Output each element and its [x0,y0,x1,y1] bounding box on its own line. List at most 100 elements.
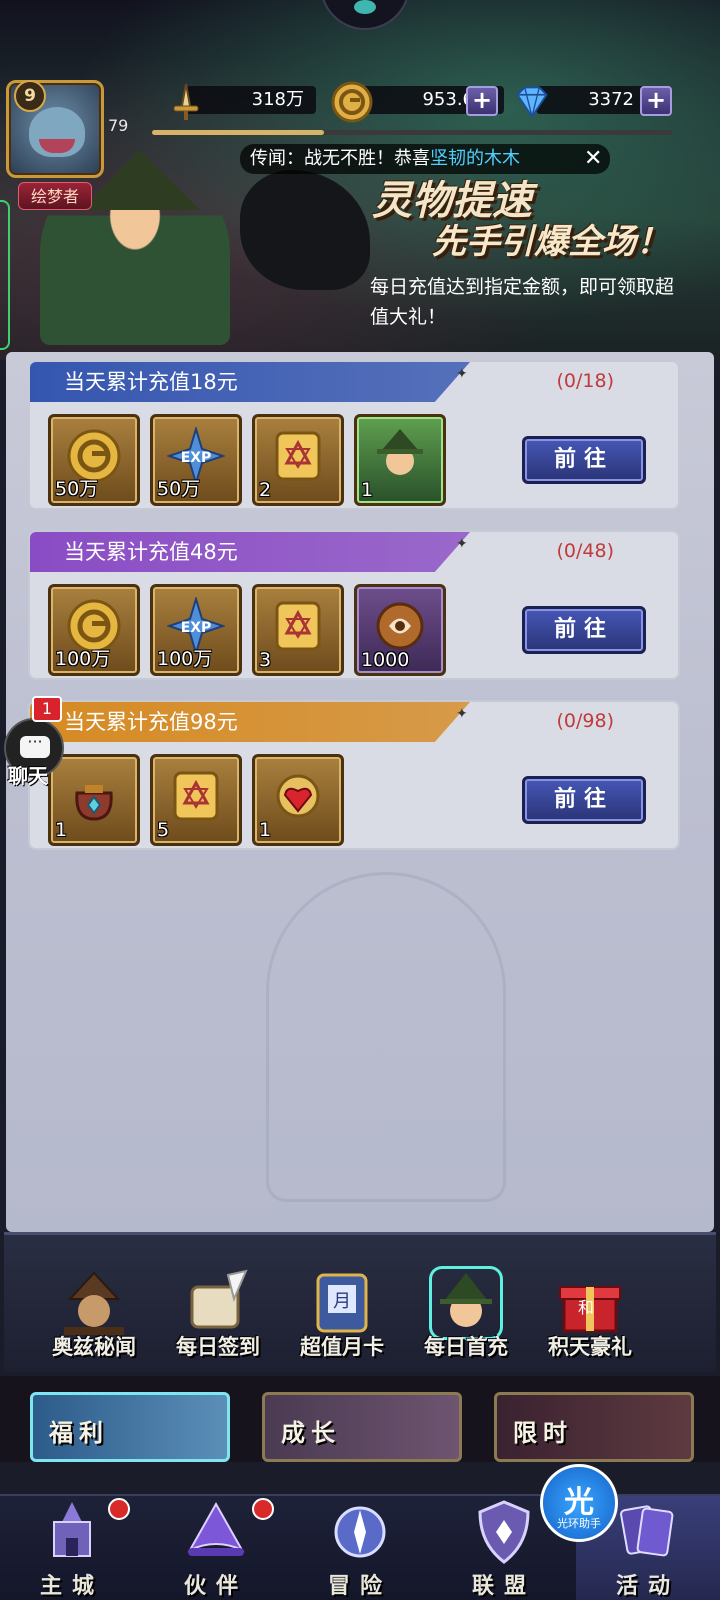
chat-bubble-icon: ··· [20,734,50,758]
tier-progress: (0/98) [556,710,615,732]
player-exp-level: 79 [108,116,129,135]
activity-scarecrow[interactable]: 奥兹秘闻 [34,1235,154,1375]
reward-qty: 3 [259,649,272,671]
reward-item[interactable]: 100万 [48,584,140,676]
close-rumor-icon[interactable]: ✕ [584,146,602,171]
exp-bar [152,130,672,135]
svg-text:月: 月 [333,1291,351,1312]
reward-item[interactable]: EXP 100万 [150,584,242,676]
go-button[interactable]: 前往 [522,606,646,654]
assistant-label: 光环助手 [557,1517,601,1530]
reward-item[interactable]: 50万 [48,414,140,506]
scroll-quill-icon [184,1269,252,1337]
reward-item[interactable]: 5 [150,754,242,846]
nav-castle[interactable]: 主城 [0,1496,144,1600]
recharge-tier: 当天累计充值98元 ✦ (0/98) 1 5 1 前往 [28,700,680,850]
nav-label: 伙伴 [183,1574,248,1599]
activity-month-card[interactable]: 月超值月卡 [282,1235,402,1375]
tier-progress: (0/18) [556,370,615,392]
reward-qty: 1 [55,819,68,841]
rumor-player-name: 坚韧的木木 [430,148,520,169]
chat-unread-badge: 1 [32,696,62,722]
spirit-orb-icon [371,597,429,655]
banner-subtitle: 先手引爆全场！ [432,222,670,262]
reward-qty: 100万 [157,648,213,670]
activity-label: 每日首充 [424,1335,508,1359]
wizard-hat-icon [182,1498,250,1566]
sparkle-icon: ✦ [456,366,468,382]
red-gem-icon [269,767,327,825]
app-root: 灵物提速 先手引爆全场！ 每日充值达到指定金额，即可领取超值大礼！ 9 79 绘… [0,0,720,1600]
scarecrow-icon [60,1269,128,1337]
activity-label: 超值月卡 [300,1335,384,1359]
power-resource: 318万 [166,82,326,120]
diamond-icon [516,86,548,119]
tier-progress: (0/48) [556,540,615,562]
activity-label: 积天豪礼 [548,1335,632,1359]
category-welfare[interactable]: 福利 [30,1392,230,1462]
notification-dot [252,1498,274,1520]
reward-qty: 50万 [55,478,99,500]
nav-wizard-hat[interactable]: 伙伴 [144,1496,288,1600]
go-button[interactable]: 前往 [522,776,646,824]
month-card-icon: 月 [308,1269,376,1337]
rumor-ticker: 传闻：战无不胜！恭喜坚韧的木木 [240,144,610,174]
compass-icon [326,1498,394,1566]
recharge-tier: 当天累计充值18元 ✦ (0/18) 50万 EXP 50万 2 1 前往 [28,360,680,510]
reward-item[interactable]: 1 [354,414,446,506]
chat-label: 聊天 [8,764,48,788]
go-button[interactable]: 前往 [522,436,646,484]
reward-item[interactable]: 1 [48,754,140,846]
player-level-badge: 9 [14,80,46,112]
shield-icon [470,1498,538,1566]
reward-item[interactable]: 1 [252,754,344,846]
tier-label: 当天累计充值48元 [30,532,470,572]
assistant-button[interactable]: 光 光环助手 [540,1464,618,1542]
add-gold-button[interactable]: + [466,86,498,116]
category-limited[interactable]: 限时 [494,1392,694,1462]
category-growth-label: 成长 [281,1419,341,1447]
banner-description: 每日充值达到指定金额，即可领取超值大礼！ [370,276,675,328]
witch-portrait-icon [432,1269,500,1337]
reward-item[interactable]: EXP 50万 [150,414,242,506]
add-gems-button[interactable]: + [640,86,672,116]
gem-value: 3372 [536,86,646,114]
category-growth[interactable]: 成长 [262,1392,462,1462]
reward-qty: 2 [259,479,272,501]
sword-icon [173,83,199,120]
sparkle-icon: ✦ [456,706,468,722]
nav-label: 活动 [615,1574,680,1599]
reward-item[interactable]: 1000 [354,584,446,676]
reward-qty: 100万 [55,648,111,670]
svg-text:EXP: EXP [181,620,212,636]
reward-qty: 1 [259,819,272,841]
scroll-ticket-icon [167,767,225,825]
side-drawer-handle[interactable] [0,200,10,350]
rumor-prefix: 传闻：战无不胜！恭喜 [250,148,430,169]
cards-icon [614,1498,682,1566]
reward-item[interactable]: 3 [252,584,344,676]
castle-icon [38,1498,106,1566]
nav-label: 主城 [39,1574,104,1599]
activity-scroll-quill[interactable]: 每日签到 [158,1235,278,1375]
activity-gift-box[interactable]: 和积天豪礼 [530,1235,650,1375]
reward-qty: 1000 [361,649,410,671]
player-title-badge[interactable]: 绘梦者 [18,182,92,210]
nav-label: 联盟 [471,1574,536,1599]
reward-qty: 1 [361,479,374,501]
category-welfare-label: 福利 [49,1419,109,1447]
activity-witch-portrait[interactable]: 每日首充 [406,1235,526,1375]
sparkle-icon: ✦ [456,536,468,552]
tier-label: 当天累计充值98元 [30,702,470,742]
activity-label: 奥兹秘闻 [52,1335,136,1359]
svg-text:和: 和 [578,1298,594,1317]
gold-resource: 953.6万 [330,81,530,123]
notification-dot [108,1498,130,1520]
tier-label: 当天累计充值18元 [30,362,470,402]
gift-box-icon: 和 [556,1269,624,1337]
category-limited-label: 限时 [513,1419,573,1447]
reward-item[interactable]: 2 [252,414,344,506]
witch-hero-card-icon [371,427,429,485]
nav-compass[interactable]: 冒险 [288,1496,432,1600]
avatar-icon [29,107,85,157]
